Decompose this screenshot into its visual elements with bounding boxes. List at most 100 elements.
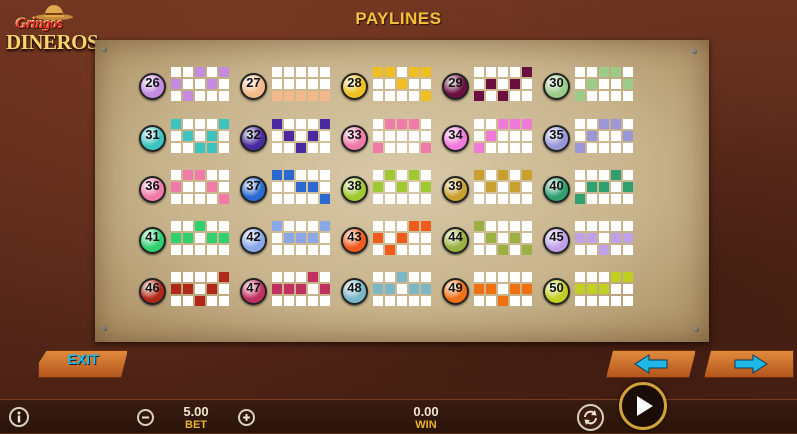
payline-cell [207,67,217,77]
spin-button[interactable] [619,382,667,430]
payline-cell-active [498,119,508,129]
payline-41: 41 [139,221,239,261]
payline-36: 36 [139,170,239,210]
payline-cell [296,221,306,231]
payline-cell [308,170,318,180]
payline-49: 49 [442,272,542,312]
payline-cell-active [296,182,306,192]
payline-cell [207,272,217,282]
payline-cell [409,131,419,141]
payline-cell [219,284,229,294]
payline-number-badge: 39 [442,176,469,203]
payline-cell-active [320,119,330,129]
payline-cell-active [522,119,532,129]
payline-cell [409,296,419,306]
exit-button[interactable]: EXIT [38,350,128,378]
payline-cell [486,194,496,204]
logo-line2: DINEROS [6,30,99,54]
payline-cell-active [421,221,431,231]
decrease-bet-button[interactable] [137,409,154,426]
payline-cell-active [486,79,496,89]
previous-page-button[interactable] [606,350,696,378]
payline-cell-active [284,170,294,180]
payline-cell [510,67,520,77]
payline-pattern-grid [171,170,231,206]
payline-cell-active [171,182,181,192]
payline-cell-active [195,170,205,180]
payline-cell-active [272,170,282,180]
payline-cell [522,194,532,204]
increase-bet-button[interactable] [238,409,255,426]
payline-cell-active [183,170,193,180]
payline-cell [498,79,508,89]
payline-cell-active [522,245,532,255]
payline-number: 46 [145,280,160,295]
info-button[interactable] [9,407,29,427]
payline-number: 34 [448,127,463,142]
payline-cell [397,131,407,141]
next-page-button[interactable] [704,350,794,378]
autoplay-button[interactable] [577,404,604,431]
payline-cell [486,221,496,231]
payline-cell [385,296,395,306]
payline-cell-active [385,245,395,255]
payline-cell [498,272,508,282]
payline-cell [409,182,419,192]
payline-cell [219,170,229,180]
payline-cell [421,131,431,141]
payline-cell [308,194,318,204]
payline-cell [611,182,621,192]
page-title: PAYLINES [355,9,442,28]
payline-cell [183,296,193,306]
payline-cell [498,284,508,294]
payline-38: 38 [341,170,441,210]
payline-number-badge: 47 [240,278,267,305]
payline-cell-active [474,284,484,294]
payline-number-badge: 36 [139,176,166,203]
payline-cell-active [219,67,229,77]
payline-cell [474,119,484,129]
payline-cell-active [296,284,306,294]
payline-cell [284,143,294,153]
payline-pattern-grid [171,272,231,308]
payline-number: 48 [347,280,362,295]
payline-cell-active [510,233,520,243]
payline-cell-active [397,119,407,129]
payline-cell [308,67,318,77]
payline-cell [385,194,395,204]
bet-value: 5.00 [183,404,209,419]
payline-cell [599,221,609,231]
payline-cell-active [421,91,431,101]
payline-cell-active [421,182,431,192]
payline-cell [373,91,383,101]
payline-cell [575,296,585,306]
payline-cell [611,131,621,141]
payline-cell-active [385,119,395,129]
payline-cell-active [373,143,383,153]
payline-cell-active [219,272,229,282]
payline-cell [385,91,395,101]
payline-cell-active [623,79,633,89]
payline-cell-active [575,143,585,153]
payline-cell [385,79,395,89]
arrow-left-icon [634,354,668,374]
payline-cell [183,221,193,231]
payline-cell [373,170,383,180]
payline-cell [219,143,229,153]
payline-number: 50 [549,280,564,295]
payline-cell-active [611,67,621,77]
payline-cell [195,182,205,192]
payline-cell-active [308,233,318,243]
payline-cell-active [599,119,609,129]
payline-cell [587,194,597,204]
payline-cell [171,245,181,255]
payline-cell [510,245,520,255]
payline-32: 32 [240,119,340,159]
payline-pattern-grid [373,119,433,155]
payline-cell [397,91,407,101]
payline-cell [308,296,318,306]
payline-cell [320,67,330,77]
payline-pattern-grid [171,119,231,155]
payline-cell-active [575,233,585,243]
payline-cell [272,67,282,77]
